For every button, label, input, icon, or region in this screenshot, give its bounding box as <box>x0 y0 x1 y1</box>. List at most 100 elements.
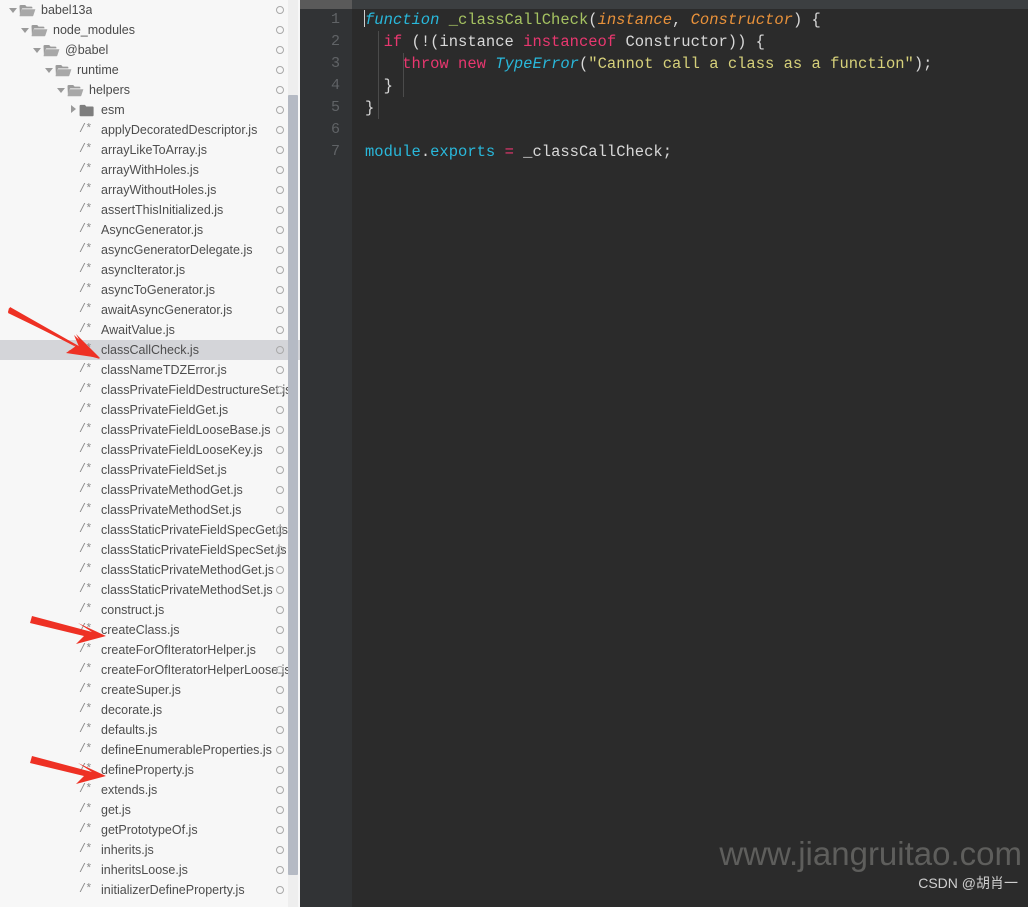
status-circle-icon[interactable] <box>276 566 284 574</box>
status-circle-icon[interactable] <box>276 426 284 434</box>
tree-file-initializerdefineproperty-js[interactable]: /* initializerDefineProperty.js <box>0 880 300 900</box>
status-circle-icon[interactable] <box>276 226 284 234</box>
tree-file-arrayliketoarray-js[interactable]: /* arrayLikeToArray.js <box>0 140 300 160</box>
tree-file-awaitvalue-js[interactable]: /* AwaitValue.js <box>0 320 300 340</box>
status-circle-icon[interactable] <box>276 126 284 134</box>
chevron-down-icon[interactable] <box>32 40 43 60</box>
tree-file-get-js[interactable]: /* get.js <box>0 800 300 820</box>
status-circle-icon[interactable] <box>276 46 284 54</box>
status-circle-icon[interactable] <box>276 206 284 214</box>
tree-file-assertthisinitialized-js[interactable]: /* assertThisInitialized.js <box>0 200 300 220</box>
status-circle-icon[interactable] <box>276 266 284 274</box>
tree-file-defineproperty-js[interactable]: /* defineProperty.js <box>0 760 300 780</box>
tree-file-createsuper-js[interactable]: /* createSuper.js <box>0 680 300 700</box>
status-circle-icon[interactable] <box>276 406 284 414</box>
tree-file-classprivatemethodset-js[interactable]: /* classPrivateMethodSet.js <box>0 500 300 520</box>
tree-file-classstaticprivatemethodget-js[interactable]: /* classStaticPrivateMethodGet.js <box>0 560 300 580</box>
project-tree-panel[interactable]: babel13a node_modules @babel runtime helpers… <box>0 0 300 907</box>
status-circle-icon[interactable] <box>276 666 284 674</box>
tree-folder-babel13a[interactable]: babel13a <box>0 0 300 20</box>
tree-file-asyncgeneratordelegate-js[interactable]: /* asyncGeneratorDelegate.js <box>0 240 300 260</box>
status-circle-icon[interactable] <box>276 826 284 834</box>
status-circle-icon[interactable] <box>276 686 284 694</box>
status-circle-icon[interactable] <box>276 386 284 394</box>
tree-file-asynctogenerator-js[interactable]: /* asyncToGenerator.js <box>0 280 300 300</box>
status-circle-icon[interactable] <box>276 866 284 874</box>
status-circle-icon[interactable] <box>276 726 284 734</box>
status-circle-icon[interactable] <box>276 306 284 314</box>
tree-file-inheritsloose-js[interactable]: /* inheritsLoose.js <box>0 860 300 880</box>
tree-file-classstaticprivatefieldspecset-js[interactable]: /* classStaticPrivateFieldSpecSet.js <box>0 540 300 560</box>
status-circle-icon[interactable] <box>276 246 284 254</box>
tree-file-asynciterator-js[interactable]: /* asyncIterator.js <box>0 260 300 280</box>
status-circle-icon[interactable] <box>276 66 284 74</box>
status-circle-icon[interactable] <box>276 606 284 614</box>
tree-file-classstaticprivatefieldspecget-js[interactable]: /* classStaticPrivateFieldSpecGet.js <box>0 520 300 540</box>
status-circle-icon[interactable] <box>276 766 284 774</box>
code-content[interactable]: function _classCallCheck(instance, Const… <box>352 9 1028 163</box>
code-line[interactable] <box>352 119 1028 141</box>
status-circle-icon[interactable] <box>276 86 284 94</box>
tree-folder--babel[interactable]: @babel <box>0 40 300 60</box>
status-circle-icon[interactable] <box>276 106 284 114</box>
tree-file-classprivatefieldloosekey-js[interactable]: /* classPrivateFieldLooseKey.js <box>0 440 300 460</box>
tree-file-classprivatefieldloosebase-js[interactable]: /* classPrivateFieldLooseBase.js <box>0 420 300 440</box>
tree-file-createforofiteratorhelperloose-js[interactable]: /* createForOfIteratorHelperLoose.js <box>0 660 300 680</box>
status-circle-icon[interactable] <box>276 626 284 634</box>
tree-file-createclass-js[interactable]: /* createClass.js <box>0 620 300 640</box>
status-circle-icon[interactable] <box>276 886 284 894</box>
status-circle-icon[interactable] <box>276 286 284 294</box>
tree-file-applydecorateddescriptor-js[interactable]: /* applyDecoratedDescriptor.js <box>0 120 300 140</box>
tree-file-defineenumerableproperties-js[interactable]: /* defineEnumerableProperties.js <box>0 740 300 760</box>
chevron-down-icon[interactable] <box>44 60 55 80</box>
status-circle-icon[interactable] <box>276 806 284 814</box>
tree-file-awaitasyncgenerator-js[interactable]: /* awaitAsyncGenerator.js <box>0 300 300 320</box>
tree-folder-esm[interactable]: esm <box>0 100 300 120</box>
status-circle-icon[interactable] <box>276 346 284 354</box>
status-circle-icon[interactable] <box>276 486 284 494</box>
code-line[interactable]: throw new TypeError("Cannot call a class… <box>352 53 1028 75</box>
chevron-down-icon[interactable] <box>56 80 67 100</box>
status-circle-icon[interactable] <box>276 166 284 174</box>
status-circle-icon[interactable] <box>276 186 284 194</box>
status-circle-icon[interactable] <box>276 446 284 454</box>
status-circle-icon[interactable] <box>276 646 284 654</box>
status-circle-icon[interactable] <box>276 466 284 474</box>
tree-file-classcallcheck-js[interactable]: /* classCallCheck.js <box>0 340 300 360</box>
status-circle-icon[interactable] <box>276 746 284 754</box>
tree-file-classprivatemethodget-js[interactable]: /* classPrivateMethodGet.js <box>0 480 300 500</box>
chevron-down-icon[interactable] <box>8 0 19 20</box>
status-circle-icon[interactable] <box>276 6 284 14</box>
code-line[interactable]: if (!(instance instanceof Constructor)) … <box>352 31 1028 53</box>
tree-file-classnametdzerror-js[interactable]: /* classNameTDZError.js <box>0 360 300 380</box>
code-line[interactable]: } <box>352 97 1028 119</box>
code-line[interactable]: module.exports = _classCallCheck; <box>352 141 1028 163</box>
chevron-down-icon[interactable] <box>20 20 31 40</box>
tree-file-defaults-js[interactable]: /* defaults.js <box>0 720 300 740</box>
status-circle-icon[interactable] <box>276 786 284 794</box>
tree-file-getprototypeof-js[interactable]: /* getPrototypeOf.js <box>0 820 300 840</box>
status-circle-icon[interactable] <box>276 526 284 534</box>
tree-file-asyncgenerator-js[interactable]: /* AsyncGenerator.js <box>0 220 300 240</box>
project-tree[interactable]: babel13a node_modules @babel runtime helpers… <box>0 0 300 900</box>
tree-folder-runtime[interactable]: runtime <box>0 60 300 80</box>
status-circle-icon[interactable] <box>276 586 284 594</box>
status-circle-icon[interactable] <box>276 366 284 374</box>
tree-file-classprivatefielddestructureset-js[interactable]: /* classPrivateFieldDestructureSet.js <box>0 380 300 400</box>
code-line[interactable]: function _classCallCheck(instance, Const… <box>352 9 1028 31</box>
tree-file-decorate-js[interactable]: /* decorate.js <box>0 700 300 720</box>
status-circle-icon[interactable] <box>276 546 284 554</box>
status-circle-icon[interactable] <box>276 706 284 714</box>
tree-file-extends-js[interactable]: /* extends.js <box>0 780 300 800</box>
tree-file-inherits-js[interactable]: /* inherits.js <box>0 840 300 860</box>
status-circle-icon[interactable] <box>276 146 284 154</box>
tree-file-classstaticprivatemethodset-js[interactable]: /* classStaticPrivateMethodSet.js <box>0 580 300 600</box>
tree-file-arraywithoutholes-js[interactable]: /* arrayWithoutHoles.js <box>0 180 300 200</box>
tree-file-arraywithholes-js[interactable]: /* arrayWithHoles.js <box>0 160 300 180</box>
code-editor-panel[interactable]: 1234567 function _classCallCheck(instanc… <box>300 0 1028 907</box>
status-circle-icon[interactable] <box>276 846 284 854</box>
status-circle-icon[interactable] <box>276 326 284 334</box>
code-line[interactable]: } <box>352 75 1028 97</box>
status-circle-icon[interactable] <box>276 506 284 514</box>
tree-file-createforofiteratorhelper-js[interactable]: /* createForOfIteratorHelper.js <box>0 640 300 660</box>
